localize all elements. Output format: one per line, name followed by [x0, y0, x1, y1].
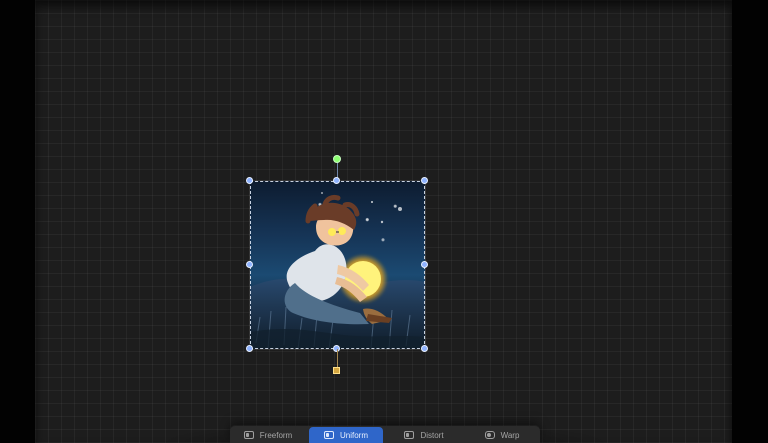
bottom-right-resize-handle[interactable] [421, 345, 428, 352]
rotation-handle[interactable] [333, 155, 341, 163]
distort-mode-label: Distort [420, 430, 444, 440]
uniform-mode-label: Uniform [339, 430, 368, 440]
right-black-margin [732, 0, 768, 443]
warp-mode-button[interactable]: Warp [465, 427, 539, 443]
transform-mode-toolbar: Freeform Uniform Distort Warp [230, 426, 540, 443]
distort-icon [404, 431, 415, 439]
warp-mode-label: Warp [500, 430, 520, 440]
boy-holding-moon-artwork [250, 192, 425, 349]
freeform-mode-button[interactable]: Freeform [231, 427, 305, 443]
top-right-resize-handle[interactable] [421, 177, 428, 184]
uniform-mode-button[interactable]: Uniform [309, 426, 383, 443]
pivot-handle[interactable] [333, 367, 340, 374]
freeform-mode-label: Freeform [259, 430, 293, 440]
top-left-resize-handle[interactable] [246, 177, 253, 184]
warp-icon [484, 431, 495, 439]
left-resize-handle[interactable] [246, 261, 253, 268]
top-resize-handle[interactable] [333, 177, 340, 184]
transform-screen: Freeform Uniform Distort Warp [0, 0, 768, 443]
bottom-left-resize-handle[interactable] [246, 345, 253, 352]
distort-mode-button[interactable]: Distort [387, 427, 461, 443]
freeform-icon [243, 431, 254, 439]
right-resize-handle[interactable] [421, 261, 428, 268]
uniform-icon [323, 431, 334, 439]
selected-image-layer[interactable] [250, 181, 425, 349]
left-black-margin [0, 0, 35, 443]
